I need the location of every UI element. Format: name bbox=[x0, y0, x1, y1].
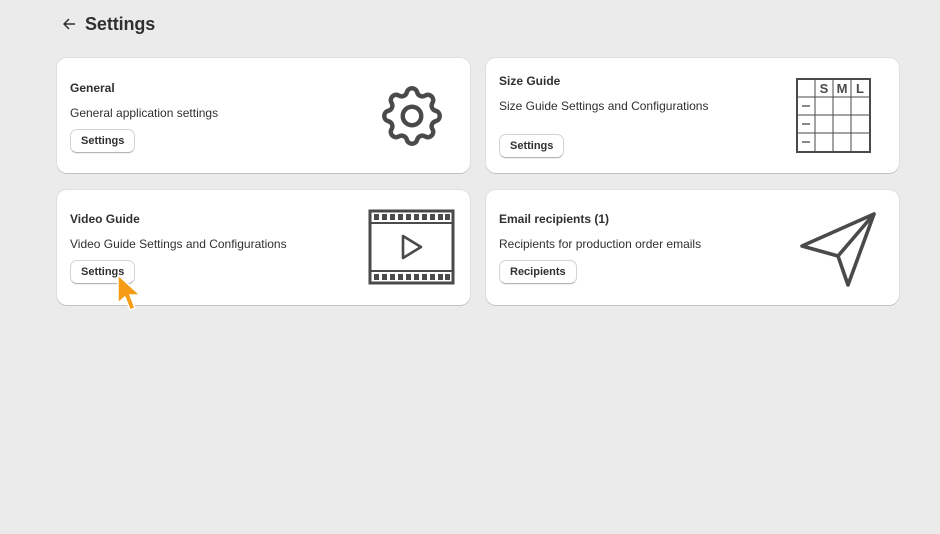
card-title: General bbox=[70, 81, 115, 95]
card-description: Size Guide Settings and Configurations bbox=[499, 99, 709, 113]
video-guide-settings-button[interactable]: Settings bbox=[70, 260, 136, 284]
card-email-recipients: Email recipients (1) Recipients for prod… bbox=[486, 190, 899, 305]
film-play-icon bbox=[368, 209, 455, 285]
card-title: Email recipients (1) bbox=[499, 212, 610, 226]
size-guide-settings-button[interactable]: Settings bbox=[499, 134, 565, 158]
card-description: Recipients for production order emails bbox=[499, 237, 702, 251]
card-title: Size Guide bbox=[499, 74, 561, 88]
recipients-button[interactable]: Recipients bbox=[499, 260, 577, 284]
gear-icon bbox=[382, 86, 442, 146]
card-video-guide: Video Guide Video Guide Settings and Con… bbox=[57, 190, 470, 305]
card-description: Video Guide Settings and Configurations bbox=[70, 237, 287, 251]
paper-plane-icon bbox=[800, 212, 876, 287]
card-title: Video Guide bbox=[70, 212, 140, 226]
page-header: Settings bbox=[60, 10, 155, 38]
settings-page: Settings General General application set… bbox=[0, 0, 940, 534]
size-table-icon: S M L bbox=[796, 78, 871, 153]
size-label-m: M bbox=[837, 81, 848, 96]
card-size-guide: Size Guide Size Guide Settings and Confi… bbox=[486, 58, 899, 173]
card-description: General application settings bbox=[70, 106, 219, 120]
back-button[interactable] bbox=[60, 15, 78, 33]
size-label-s: S bbox=[820, 81, 829, 96]
arrow-left-icon bbox=[63, 18, 76, 30]
general-settings-button[interactable]: Settings bbox=[70, 129, 136, 153]
page-title: Settings bbox=[85, 13, 156, 34]
size-label-l: L bbox=[856, 81, 864, 96]
card-general: General General application settings Set… bbox=[57, 58, 470, 173]
